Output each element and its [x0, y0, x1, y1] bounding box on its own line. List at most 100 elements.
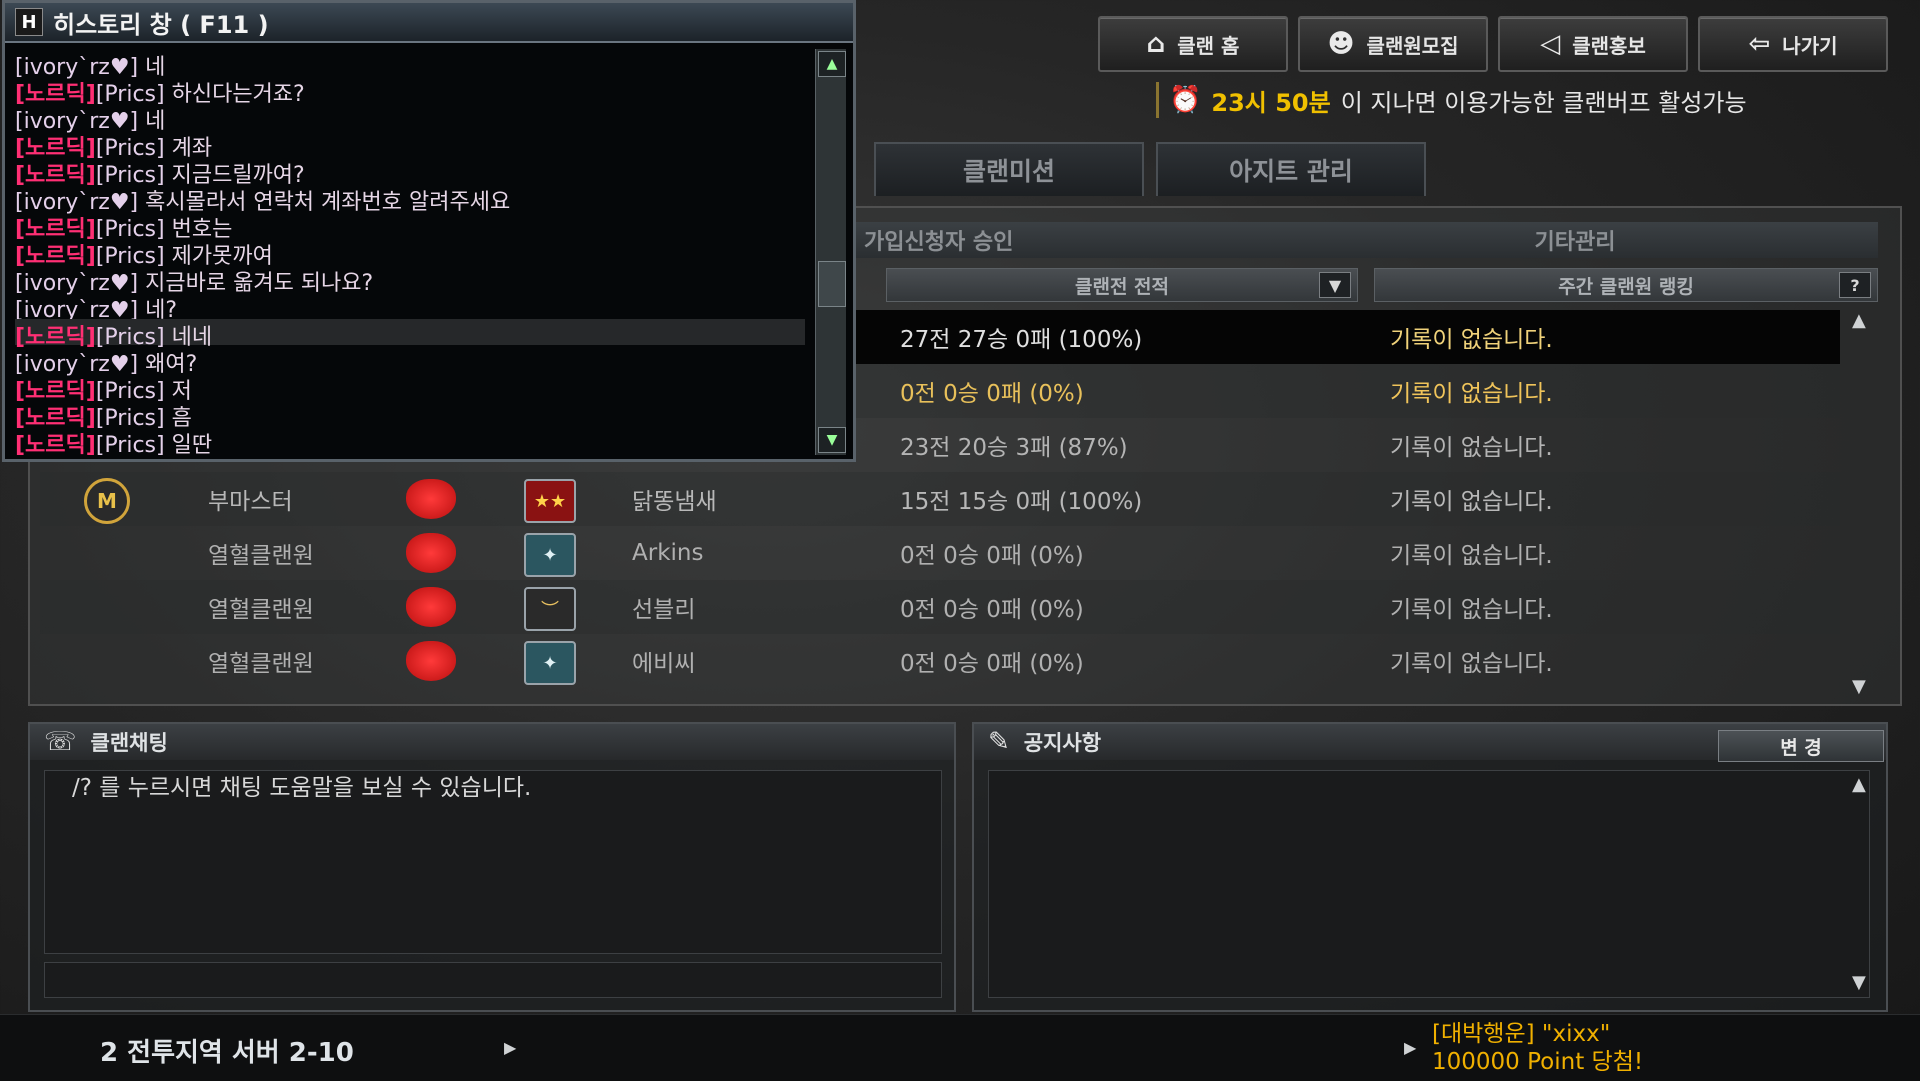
list-scroll-down-icon[interactable]: ▼ — [1852, 676, 1866, 697]
exit-label: 나가기 — [1782, 33, 1838, 58]
column-header-record[interactable]: 클랜전 전적 ▼ — [886, 268, 1358, 302]
history-message: [노르딕][Prics] 일딴 — [15, 427, 805, 458]
server-label: 2 전투지역 서버 2-10 — [100, 1038, 354, 1068]
clan-chat-title: 클랜채팅 — [90, 731, 168, 755]
record-cell: 23전 20승 3패 (87%) — [900, 435, 1128, 461]
ranking-cell: 기록이 없습니다. — [1390, 327, 1553, 353]
approval-section-header[interactable]: 가입신청자 승인 — [850, 222, 1276, 258]
table-row[interactable]: 열혈클랜원 ✦ 에비씨 0전 0승 0패 (0%) 기록이 없습니다. — [40, 634, 1840, 688]
notice-scroll-down-icon[interactable]: ▼ — [1852, 972, 1866, 993]
history-message: [ivory`rz♥] 네 — [15, 49, 805, 80]
table-row[interactable]: M 부마스터 ★★ 닭똥냄새 15전 15승 0패 (100%) 기록이 없습니… — [40, 472, 1840, 526]
role-cell: 부마스터 — [208, 489, 293, 515]
recruit-button[interactable]: ☻ 클랜원모집 — [1298, 16, 1488, 72]
promo-button[interactable]: ◁ 클랜홍보 — [1498, 16, 1688, 72]
clan-home-label: 클랜 홈 — [1177, 33, 1240, 58]
promo-label: 클랜홍보 — [1572, 33, 1646, 58]
notice-scroll-up-icon[interactable]: ▲ — [1852, 774, 1866, 795]
list-scroll-up-icon[interactable]: ▲ — [1852, 310, 1866, 331]
record-cell: 27전 27승 0패 (100%) — [900, 327, 1143, 353]
chat-bubble-icon: ☏ — [44, 727, 77, 757]
history-message: [노르딕][Prics] 저 — [15, 373, 805, 404]
alarm-clock-icon: ⏰ — [1169, 85, 1202, 115]
history-message: [노르딕][Prics] 제가못까여 — [15, 238, 805, 269]
history-message: [노르딕][Prics] 네네 — [15, 319, 805, 350]
history-title: 히스토리 창 ( F11 ) — [53, 10, 269, 39]
sender-name: [노르딕] — [15, 433, 96, 458]
table-row[interactable]: 열혈클랜원 ︶ 선블리 0전 0승 0패 (0%) 기록이 없습니다. — [40, 580, 1840, 634]
ranking-column-label: 주간 클랜원 랭킹 — [1558, 275, 1694, 298]
lotto-ticker: [대박행운] "xixx" 100000 Point 당첨! — [1432, 1020, 1643, 1076]
rank-icon — [406, 641, 456, 681]
grade-wings-icon: ✦ — [524, 641, 576, 685]
exit-button[interactable]: ⇦ 나가기 — [1698, 16, 1888, 72]
ticker-arrow-icon[interactable]: ▶ — [1404, 1038, 1416, 1057]
note-pen-icon: ✎ — [988, 727, 1010, 757]
clan-home-button[interactable]: ⌂ 클랜 홈 — [1098, 16, 1288, 72]
role-cell: 열혈클랜원 — [208, 597, 314, 623]
chat-help-text: /? 를 누르시면 채팅 도움말을 보실 수 있습니다. — [72, 775, 532, 801]
recruit-label: 클랜원모집 — [1366, 33, 1459, 58]
record-cell: 0전 0승 0패 (0%) — [900, 597, 1084, 623]
member-name-cell: Arkins — [632, 540, 704, 566]
role-cell: 열혈클랜원 — [208, 651, 314, 677]
sender-sub: [Prics] — [95, 433, 165, 458]
tab-agit-manage[interactable]: 아지트 관리 — [1156, 142, 1426, 196]
sort-dropdown-icon[interactable]: ▼ — [1319, 272, 1351, 298]
history-scroll-thumb[interactable] — [818, 261, 846, 307]
tab-clan-mission[interactable]: 클랜미션 — [874, 142, 1144, 196]
help-button[interactable]: ? — [1839, 272, 1871, 298]
chat-input[interactable] — [44, 962, 942, 998]
history-message: [ivory`rz♥] 지금바로 옮겨도 되나요? — [15, 265, 805, 296]
clan-chat-header: ☏ 클랜채팅 — [30, 724, 954, 760]
master-badge-icon: M — [84, 478, 130, 524]
notice-time: 23시 50분 — [1211, 88, 1331, 117]
etc-section-header[interactable]: 기타관리 — [1272, 222, 1878, 258]
history-scroll-down-icon[interactable]: ▼ — [818, 427, 846, 453]
member-name-cell: 선블리 — [632, 597, 696, 623]
record-cell: 0전 0승 0패 (0%) — [900, 543, 1084, 569]
clan-chat-panel: ☏ 클랜채팅 — [28, 722, 956, 1012]
lotto-line-2: 100000 Point 당첨! — [1432, 1049, 1644, 1075]
notice-text: 이 지나면 이용가능한 클랜버프 활성가능 — [1340, 88, 1747, 117]
notice-board-title: 공지사항 — [1023, 731, 1102, 755]
history-message: [ivory`rz♥] 네 — [15, 103, 805, 134]
rank-icon — [406, 533, 456, 573]
grade-chevron-icon: ︶ — [524, 587, 576, 631]
history-message: [ivory`rz♥] 혹시몰라서 연락처 계좌번호 알려주세요 — [15, 184, 805, 215]
grade-star-icon: ★★ — [524, 479, 576, 523]
history-scroll-up-icon[interactable]: ▲ — [818, 51, 846, 77]
server-arrow-icon[interactable]: ▶ — [504, 1038, 516, 1057]
rank-icon — [406, 479, 456, 519]
history-message: [ivory`rz♥] 네? — [15, 292, 805, 323]
column-header-ranking[interactable]: 주간 클랜원 랭킹 ? — [1374, 268, 1878, 302]
history-message: [ivory`rz♥] 왜여? — [15, 346, 805, 377]
person-icon: ☻ — [1327, 29, 1355, 59]
ranking-cell: 기록이 없습니다. — [1390, 381, 1553, 407]
ranking-cell: 기록이 없습니다. — [1390, 435, 1553, 461]
home-icon: ⌂ — [1146, 29, 1166, 59]
history-title-bar[interactable]: H 히스토리 창 ( F11 ) — [5, 3, 853, 43]
tab-clan-mission-label: 클랜미션 — [962, 157, 1055, 186]
history-message: [노르딕][Prics] 하신다는거죠? — [15, 76, 805, 107]
change-notice-button[interactable]: 변 경 — [1718, 730, 1884, 762]
history-message: [노르딕][Prics] 흠 — [15, 400, 805, 431]
notice-board-content — [988, 770, 1870, 998]
member-name-cell: 에비씨 — [632, 651, 696, 677]
ranking-cell: 기록이 없습니다. — [1390, 543, 1553, 569]
rank-icon — [406, 587, 456, 627]
history-window[interactable]: H 히스토리 창 ( F11 ) [ivory`rz♥] 네 [노르딕][Pric… — [2, 0, 856, 462]
history-scrollbar[interactable]: ▲ ▼ — [815, 49, 846, 455]
grade-wings-icon: ✦ — [524, 533, 576, 577]
ranking-cell: 기록이 없습니다. — [1390, 651, 1553, 677]
ranking-cell: 기록이 없습니다. — [1390, 489, 1553, 515]
role-cell: 열혈클랜원 — [208, 543, 314, 569]
exit-icon: ⇦ — [1748, 29, 1771, 59]
record-column-label: 클랜전 전적 — [1074, 275, 1169, 298]
lotto-line-1: [대박행운] "xixx" — [1432, 1021, 1611, 1047]
etc-label: 기타관리 — [1534, 230, 1616, 255]
record-cell: 0전 0승 0패 (0%) — [900, 381, 1084, 407]
table-row[interactable]: 열혈클랜원 ✦ Arkins 0전 0승 0패 (0%) 기록이 없습니다. — [40, 526, 1840, 580]
member-name-cell: 닭똥냄새 — [632, 489, 717, 515]
megaphone-icon: ◁ — [1540, 29, 1561, 59]
